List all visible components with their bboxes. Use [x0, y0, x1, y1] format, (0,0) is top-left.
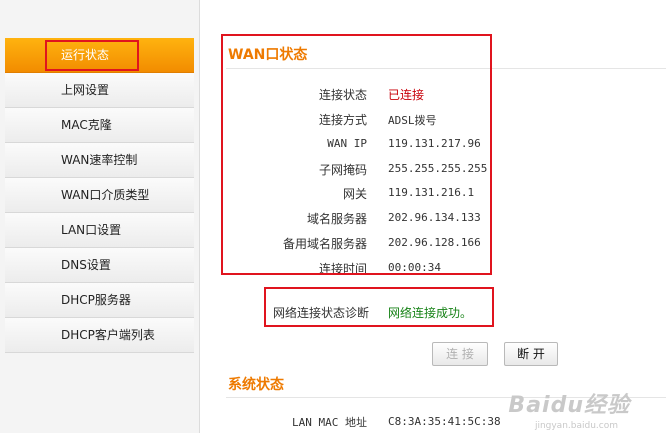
gateway-value: 119.131.216.1 [388, 186, 475, 199]
watermark-url: jingyan.baidu.com [534, 421, 618, 431]
connection-status-value: 已连接 [388, 88, 425, 102]
wan-row-label: 连接方式 [318, 113, 367, 127]
sidebar-item-label: LAN口设置 [61, 223, 122, 237]
sidebar-item-label: DHCP客户端列表 [61, 328, 155, 342]
wan-row-label: 连接状态 [318, 88, 367, 102]
sidebar-item-lan-settings[interactable]: LAN口设置 [5, 213, 194, 248]
sidebar-item-wan-speed[interactable]: WAN速率控制 [5, 143, 194, 178]
sidebar-item-dns-settings[interactable]: DNS设置 [5, 248, 194, 283]
disconnect-button[interactable]: 断 开 [504, 342, 558, 366]
wan-row-label: 网关 [342, 187, 367, 201]
wan-row-label: 域名服务器 [306, 212, 367, 226]
sidebar-item-label: DHCP服务器 [61, 293, 131, 307]
lan-mac-label: LAN MAC 地址 [292, 416, 367, 429]
connection-time-value: 00:00:34 [388, 261, 441, 274]
sidebar: 运行状态 上网设置 MAC克隆 WAN速率控制 WAN口介质类型 LAN口设置 … [0, 0, 200, 433]
sidebar-item-running-status[interactable]: 运行状态 [5, 38, 194, 73]
sidebar-item-label: 上网设置 [61, 83, 110, 97]
sidebar-item-wan-media-type[interactable]: WAN口介质类型 [5, 178, 194, 213]
wan-row-label: 连接时间 [318, 262, 367, 276]
sidebar-item-internet-settings[interactable]: 上网设置 [5, 73, 194, 108]
wan-row-label: 备用域名服务器 [282, 237, 367, 251]
diagnosis-label: 网络连接状态诊断 [273, 306, 370, 320]
wan-row-label: 子网掩码 [318, 163, 367, 177]
sidebar-item-dhcp-server[interactable]: DHCP服务器 [5, 283, 194, 318]
dns-server-value: 202.96.134.133 [388, 211, 481, 224]
system-section-title: 系统状态 [228, 377, 284, 393]
wan-row-label: WAN IP [327, 137, 367, 150]
wan-section-title: WAN口状态 [228, 47, 308, 63]
diagnosis-value: 网络连接成功。 [388, 306, 473, 320]
backup-dns-value: 202.96.128.166 [388, 236, 481, 249]
connection-type-value: ADSL拨号 [388, 114, 437, 127]
sidebar-item-label: WAN口介质类型 [61, 188, 150, 202]
subnet-mask-value: 255.255.255.255 [388, 162, 488, 175]
wan-title-divider [226, 68, 666, 69]
sidebar-item-dhcp-client-list[interactable]: DHCP客户端列表 [5, 318, 194, 353]
sidebar-item-label: WAN速率控制 [61, 153, 138, 167]
sidebar-menu: 运行状态 上网设置 MAC克隆 WAN速率控制 WAN口介质类型 LAN口设置 … [5, 38, 194, 353]
sidebar-item-label: MAC克隆 [61, 118, 112, 132]
sidebar-item-label: DNS设置 [61, 258, 111, 272]
connect-button[interactable]: 连 接 [432, 342, 488, 366]
sidebar-item-label: 运行状态 [61, 48, 110, 62]
lan-mac-value: C8:3A:35:41:5C:38 [388, 415, 501, 428]
wan-ip-value: 119.131.217.96 [388, 137, 481, 150]
sidebar-item-mac-clone[interactable]: MAC克隆 [5, 108, 194, 143]
watermark-logo: Baidu经验 [508, 393, 630, 418]
